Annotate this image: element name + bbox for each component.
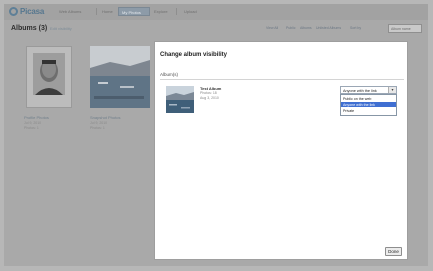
album-thumbnail-image <box>166 86 194 113</box>
album-visibility-row: Test Album Photos: 18 Aug 3, 2010 Anyone… <box>160 79 404 120</box>
album-card-snapshot[interactable]: Snapshot Photos Jul 9, 2010 Photos: 1 <box>86 44 150 144</box>
sort-select-value: Album name <box>391 27 411 31</box>
public-filter-link[interactable]: Public <box>286 26 296 30</box>
browser-screen: Picasa Web Albums Home My Photos Explore… <box>4 4 428 266</box>
album-count: Photos: 1 <box>90 126 105 130</box>
chevron-down-icon[interactable]: ▾ <box>388 87 396 93</box>
picasa-logo[interactable]: Picasa <box>9 6 59 17</box>
album-cover-frame <box>26 46 72 108</box>
albums-title: Albums (3) <box>11 25 48 32</box>
album-name[interactable]: Snapshot Photos <box>90 115 120 120</box>
dialog-title: Change album visibility <box>160 52 228 58</box>
upload-link[interactable]: Upload <box>184 9 197 14</box>
album-name[interactable]: Profile Photos <box>24 115 49 120</box>
sort-by-label: Sort by <box>350 26 362 30</box>
nav-divider <box>176 8 177 15</box>
view-all-link[interactable]: View All <box>266 26 278 30</box>
album-date: Jul 9, 2010 <box>24 121 42 125</box>
option-label: Anyone with the link <box>343 102 375 107</box>
dialog-section-label: Album(s) <box>160 72 179 77</box>
snapshot-photo <box>90 46 150 108</box>
albums-header: Albums (3) Edit visibility View All Publ… <box>4 20 428 38</box>
tab-home[interactable]: Home <box>102 9 113 14</box>
album-card-profile[interactable]: Profile Photos Jul 9, 2010 Photos: 1 <box>20 44 74 144</box>
logo-suffix: Web Albums <box>59 9 82 14</box>
album-date: Jul 9, 2010 <box>90 121 108 125</box>
album-cover-frame <box>90 46 150 108</box>
tab-my-photos-label: My Photos <box>122 10 141 15</box>
visibility-options-list: Public on the web Anyone with the link P… <box>340 94 397 116</box>
edit-visibility-link[interactable]: Edit visibility <box>50 26 72 31</box>
nav-divider <box>96 8 97 15</box>
picasa-logo-icon <box>9 7 18 16</box>
option-label: Private <box>343 108 355 113</box>
album-thumbnail <box>166 86 194 113</box>
unlisted-filter-link[interactable]: Unlisted Albums <box>316 26 341 30</box>
logo-text: Picasa <box>20 7 45 16</box>
profile-photo <box>27 47 71 107</box>
tab-explore[interactable]: Explore <box>154 9 168 14</box>
top-navigation-bar: Picasa Web Albums Home My Photos Explore… <box>4 4 428 20</box>
album-count: Photos: 1 <box>24 126 39 130</box>
option-label: Public on the web <box>343 96 372 101</box>
visibility-select[interactable]: Anyone with the link ▾ <box>340 86 397 94</box>
done-button[interactable]: Done <box>385 247 402 256</box>
tab-my-photos[interactable]: My Photos <box>118 7 150 16</box>
visibility-select-value: Anyone with the link <box>343 88 377 93</box>
visibility-option-link[interactable]: Anyone with the link <box>341 102 396 107</box>
sort-select[interactable]: Album name <box>388 24 422 33</box>
albums-filter-link[interactable]: Albums <box>300 26 312 30</box>
album-date: Aug 3, 2010 <box>200 96 219 100</box>
visibility-option-public[interactable]: Public on the web <box>341 96 396 101</box>
album-photo-count: Photos: 18 <box>200 91 217 95</box>
visibility-option-private[interactable]: Private <box>341 108 396 113</box>
change-visibility-dialog: Change album visibility Album(s) Test Al… <box>154 41 408 260</box>
